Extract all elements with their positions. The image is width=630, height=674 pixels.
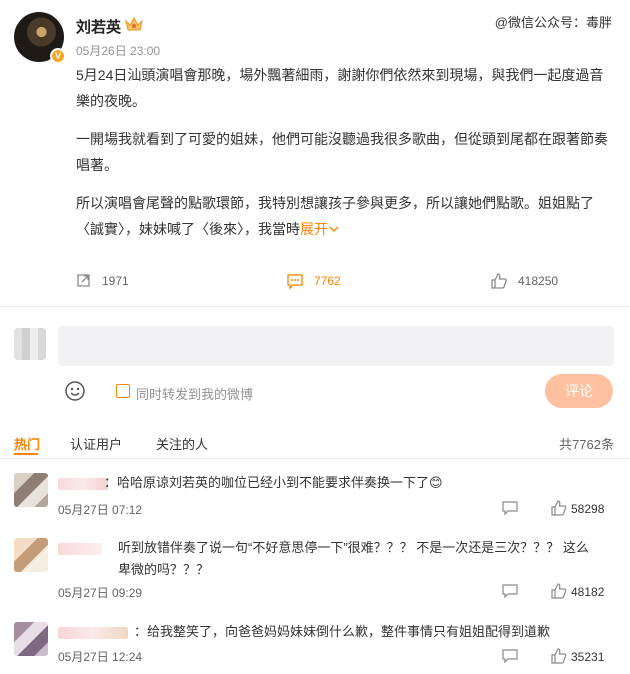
divider — [0, 306, 630, 307]
tab-following[interactable]: 关注的人 — [156, 434, 208, 453]
comment-timestamp: 05月27日 12:24 — [58, 650, 143, 664]
comment-like-count: 35231 — [571, 650, 605, 664]
comment-total: 共7762条 — [559, 437, 614, 452]
comment-reply-icon[interactable] — [502, 648, 518, 664]
expand-link[interactable]: 展开 — [300, 221, 340, 237]
comment-button[interactable]: 7762 — [286, 272, 341, 290]
repost-checkbox[interactable] — [116, 384, 130, 398]
thumbs-up-icon — [491, 273, 507, 289]
tab-hot[interactable]: 热门 — [14, 434, 40, 453]
chevron-down-icon — [329, 226, 339, 233]
comment-reply-icon[interactable] — [502, 500, 518, 516]
repost-count: 1971 — [102, 274, 129, 288]
comment-text: ：给我整笑了，向爸爸妈妈妹妹倒什么歉，整件事情只有姐姐配得到道歉 — [134, 624, 551, 639]
commenter-avatar[interactable] — [14, 473, 48, 507]
submit-comment-button[interactable]: 评论 — [545, 374, 613, 408]
watermark: @微信公众号：毒胖 — [494, 15, 612, 30]
divider — [0, 458, 630, 459]
repost-icon — [77, 274, 90, 287]
expand-label: 展开 — [300, 221, 328, 237]
thumbs-up-icon[interactable] — [551, 648, 567, 664]
post-paragraph: 一開場我就看到了可愛的姐妹，他們可能沒聽過我很多歌曲，但從頭到尾都在跟著節奏唱著… — [76, 131, 608, 173]
like-button[interactable]: 418250 — [490, 272, 558, 290]
comment-like-count: 58298 — [571, 502, 605, 516]
comment-icon — [287, 274, 303, 290]
verified-badge-icon: V — [50, 48, 66, 64]
commenter-avatar[interactable] — [14, 538, 48, 572]
comment-input[interactable] — [58, 326, 614, 366]
active-tab-indicator — [14, 453, 38, 455]
repost-checkbox-label: 同时转发到我的微博 — [136, 387, 254, 402]
comment-count: 7762 — [314, 274, 341, 288]
comment-text: ：哈哈原谅刘若英的咖位已经小到不能要求伴奏换一下了😊 — [104, 475, 443, 490]
post-paragraph: 5月24日汕頭演唱會那晚，場外飄著細雨，謝謝你們依然來到現場，與我們一起度過音樂… — [76, 67, 604, 109]
comment-timestamp: 05月27日 09:29 — [58, 586, 143, 600]
comment-reply-icon[interactable] — [502, 583, 518, 599]
comment-like-count: 48182 — [571, 585, 605, 599]
thumbs-up-icon[interactable] — [551, 500, 567, 516]
post-paragraph: 所以演唱會尾聲的點歌環節，我特別想讓孩子參與更多，所以讓她們點歌。姐姐點了〈誠實… — [76, 190, 616, 242]
crown-icon — [125, 16, 143, 31]
repost-button[interactable]: 1971 — [74, 272, 129, 290]
tab-verified-users[interactable]: 认证用户 — [70, 434, 122, 453]
post-timestamp[interactable]: 05月26日 23:00 — [76, 42, 160, 59]
emoji-icon[interactable] — [64, 380, 86, 402]
author-name[interactable]: 刘若英 — [76, 16, 121, 37]
comment-text: 听到放错伴奏了说一句“不好意思停一下”很难？？？ 不是一次还是三次？？？ 这么卑… — [118, 540, 589, 577]
comment-timestamp: 05月27日 07:12 — [58, 503, 143, 517]
thumbs-up-icon[interactable] — [551, 583, 567, 599]
current-user-avatar — [14, 328, 46, 360]
post-body: 5月24日汕頭演唱會那晚，場外飄著細雨，謝謝你們依然來到現場，與我們一起度過音樂… — [76, 62, 616, 254]
like-count: 418250 — [518, 274, 559, 288]
commenter-avatar[interactable] — [14, 622, 48, 656]
